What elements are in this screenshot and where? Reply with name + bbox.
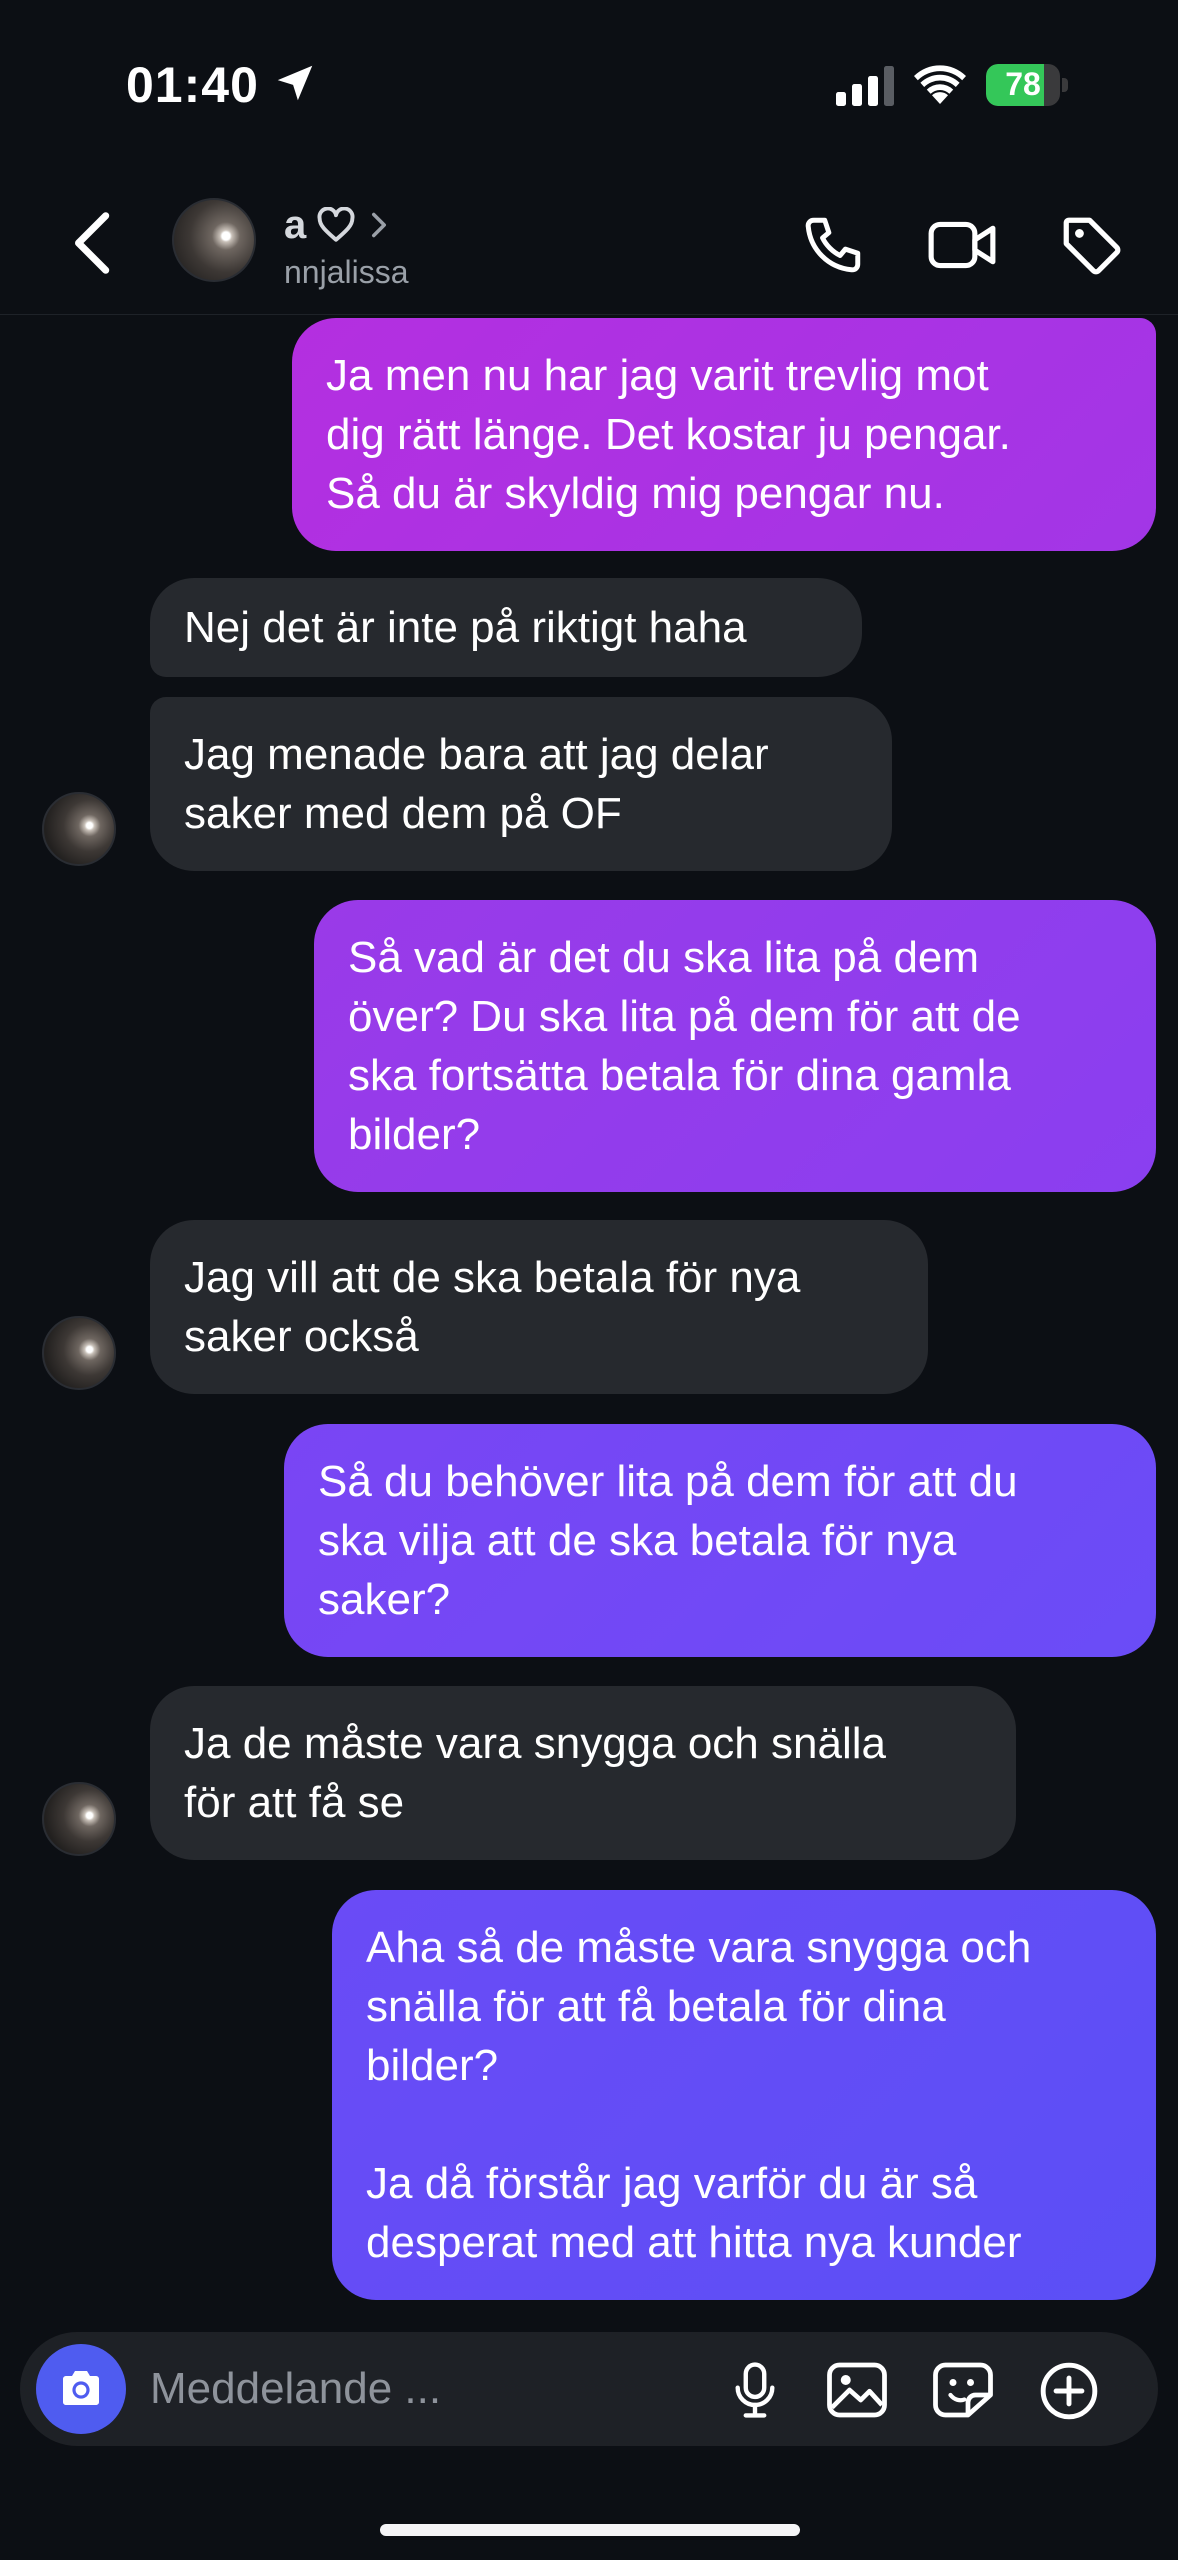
status-time: 01:40 bbox=[126, 57, 259, 113]
battery-body: 78 bbox=[986, 64, 1060, 106]
outgoing-message[interactable]: Så vad är det du ska lita på dem över? D… bbox=[314, 900, 1156, 1192]
microphone-icon[interactable] bbox=[726, 2360, 784, 2420]
home-indicator bbox=[380, 2524, 800, 2536]
status-bar: 01:40 78 bbox=[0, 0, 1178, 170]
battery-charging-icon: 78 bbox=[986, 64, 1068, 106]
incoming-message[interactable]: Ja de måste vara snygga och snälla för a… bbox=[150, 1686, 1016, 1860]
contact-name-row[interactable]: a bbox=[284, 200, 388, 250]
outgoing-message[interactable]: Så du behöver lita på dem för att du ska… bbox=[284, 1424, 1156, 1657]
location-arrow-icon bbox=[277, 65, 313, 101]
outgoing-message[interactable]: Aha så de måste vara snygga och snälla f… bbox=[332, 1890, 1156, 2300]
phone-icon[interactable] bbox=[800, 212, 866, 278]
incoming-message[interactable]: Jag menade bara att jag delar saker med … bbox=[150, 697, 892, 871]
contact-username[interactable]: nnjalissa bbox=[284, 254, 409, 291]
camera-icon bbox=[63, 2371, 99, 2405]
video-camera-icon[interactable] bbox=[926, 212, 998, 278]
chat-header: a nnjalissa bbox=[0, 170, 1178, 315]
gallery-icon[interactable] bbox=[824, 2360, 890, 2420]
cellular-signal-icon bbox=[836, 66, 894, 106]
battery-percent: 78 bbox=[1005, 66, 1041, 102]
tag-icon[interactable] bbox=[1058, 212, 1124, 278]
sender-avatar[interactable] bbox=[42, 792, 116, 866]
plus-circle-icon[interactable] bbox=[1038, 2360, 1100, 2422]
back-button[interactable] bbox=[66, 208, 126, 278]
incoming-message[interactable]: Nej det är inte på riktigt haha bbox=[150, 578, 862, 677]
sender-avatar[interactable] bbox=[42, 1316, 116, 1390]
sticker-icon[interactable] bbox=[930, 2360, 996, 2420]
message-composer bbox=[20, 2332, 1158, 2446]
battery-tip bbox=[1062, 78, 1068, 92]
chevron-right-icon bbox=[372, 212, 387, 238]
sender-avatar[interactable] bbox=[42, 1782, 116, 1856]
incoming-message[interactable]: Jag vill att de ska betala för nya saker… bbox=[150, 1220, 928, 1394]
wifi-icon bbox=[914, 65, 966, 104]
outgoing-message[interactable]: Ja men nu har jag varit trevlig mot dig … bbox=[292, 318, 1156, 551]
heart-outline-icon bbox=[317, 207, 355, 242]
contact-name: a bbox=[284, 202, 307, 247]
contact-avatar[interactable] bbox=[172, 198, 256, 282]
message-input[interactable] bbox=[150, 2356, 710, 2422]
camera-button[interactable] bbox=[36, 2344, 126, 2434]
